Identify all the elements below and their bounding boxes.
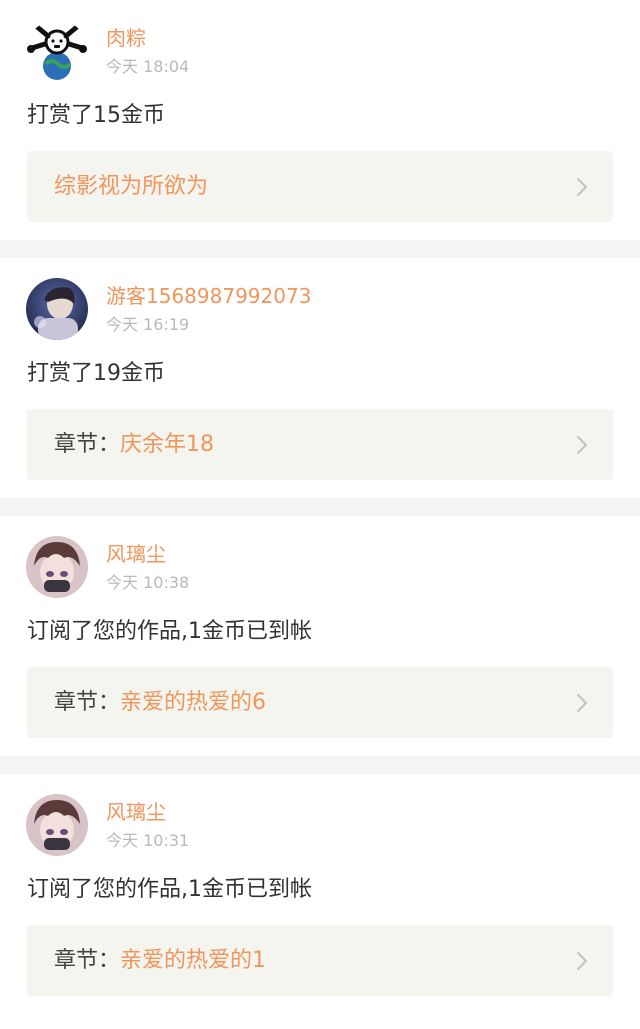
username[interactable]: 风璃尘: [106, 541, 166, 567]
action-text: 打赏了15金币: [27, 103, 165, 128]
notification-card: 风璃尘 今天 10:31 订阅了您的作品,1金币已到帐 章节：亲爱的热爱的1: [0, 774, 640, 1014]
chevron-right-icon: [576, 693, 588, 713]
anime-avatar-icon: [26, 794, 88, 856]
link-prefix: 章节：: [54, 948, 121, 973]
portrait-avatar-icon: [26, 278, 88, 340]
chevron-right-icon: [576, 951, 588, 971]
avatar[interactable]: [26, 536, 88, 598]
link-prefix: 章节：: [54, 432, 121, 457]
username[interactable]: 游客1568987992073: [106, 283, 311, 309]
action-text: 打赏了19金币: [27, 361, 165, 386]
timestamp: 今天 10:38: [106, 573, 190, 592]
username[interactable]: 风璃尘: [106, 799, 166, 825]
link-text: 综影视为所欲为: [54, 172, 208, 202]
avatar[interactable]: [26, 20, 88, 82]
chapter-link[interactable]: 章节：庆余年18: [27, 409, 613, 480]
action-text: 订阅了您的作品,1金币已到帐: [27, 877, 312, 902]
chevron-right-icon: [576, 435, 588, 455]
timestamp: 今天 16:19: [106, 315, 190, 334]
link-title: 庆余年18: [120, 432, 215, 457]
link-prefix: 章节：: [54, 690, 121, 715]
avatar[interactable]: [26, 794, 88, 856]
notification-card: 游客1568987992073 今天 16:19 打赏了19金币 章节：庆余年1…: [0, 258, 640, 498]
link-text: 章节：亲爱的热爱的1: [54, 946, 266, 976]
cartoon-earth-avatar-icon: [26, 20, 88, 82]
avatar[interactable]: [26, 278, 88, 340]
anime-avatar-icon: [26, 536, 88, 598]
link-text: 章节：庆余年18: [54, 430, 214, 460]
timestamp: 今天 10:31: [106, 831, 190, 850]
link-text: 章节：亲爱的热爱的6: [54, 688, 266, 718]
chevron-right-icon: [576, 177, 588, 197]
username[interactable]: 肉粽: [106, 25, 146, 51]
notification-card: 肉粽 今天 18:04 打赏了15金币 综影视为所欲为: [0, 0, 640, 240]
chapter-link[interactable]: 章节：亲爱的热爱的6: [27, 667, 613, 738]
link-title: 综影视为所欲为: [54, 174, 209, 199]
timestamp: 今天 18:04: [106, 57, 190, 76]
work-link[interactable]: 综影视为所欲为: [27, 151, 613, 222]
chapter-link[interactable]: 章节：亲爱的热爱的1: [27, 925, 613, 996]
link-title: 亲爱的热爱的6: [120, 690, 267, 715]
action-text: 订阅了您的作品,1金币已到帐: [27, 619, 312, 644]
notification-card: 风璃尘 今天 10:38 订阅了您的作品,1金币已到帐 章节：亲爱的热爱的6: [0, 516, 640, 756]
link-title: 亲爱的热爱的1: [120, 948, 267, 973]
notification-feed: 肉粽 今天 18:04 打赏了15金币 综影视为所欲为 游客1568987992…: [0, 0, 640, 1014]
